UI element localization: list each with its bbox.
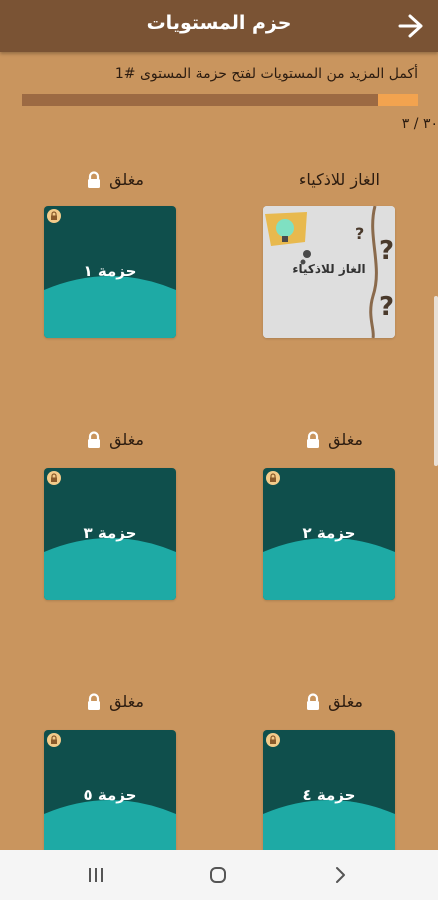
- featured-pack-title: الغاز للاذكياء: [298, 170, 380, 189]
- app-bar: حزم المستويات: [0, 0, 438, 52]
- pack-name: حزمة ٤: [302, 786, 356, 804]
- lock-icon: [88, 430, 101, 448]
- unlock-progress-fill: [378, 94, 418, 106]
- question-mark: ?: [355, 224, 365, 243]
- recents-button[interactable]: [82, 862, 110, 888]
- unlock-progress-message: أكمل المزيد من المستويات لفتح حزمة المست…: [114, 66, 418, 82]
- system-navigation-bar: [0, 850, 438, 900]
- question-mark: ?: [379, 292, 395, 322]
- pack-5-tile[interactable]: حزمة ٥: [44, 730, 176, 862]
- home-button[interactable]: [204, 862, 232, 888]
- chevron-back-icon: [336, 867, 345, 883]
- pack-name: حزمة ٣: [83, 524, 137, 542]
- page-title: حزم المستويات: [146, 12, 292, 34]
- featured-pack-tile-text: الغاز للاذكياء: [292, 262, 366, 276]
- pack-status: مغلق: [328, 430, 363, 449]
- lock-icon: [47, 471, 61, 485]
- lock-icon: [47, 209, 61, 223]
- featured-pack-label: الغاز للاذكياء: [299, 170, 380, 189]
- pack-name: حزمة ٢: [302, 524, 356, 542]
- lock-icon: [307, 692, 320, 710]
- pack-name: حزمة ٥: [83, 786, 137, 804]
- scrollbar[interactable]: [434, 296, 438, 466]
- lock-icon: [266, 471, 280, 485]
- lock-icon: [307, 430, 320, 448]
- pack-3-label: مغلق: [85, 430, 144, 449]
- pack-4-tile[interactable]: حزمة ٤: [263, 730, 395, 862]
- unlock-progress-bar: [22, 94, 418, 106]
- pack-5-label: مغلق: [85, 692, 144, 711]
- pack-1-tile[interactable]: حزمة ١: [44, 206, 176, 338]
- arrow-back-icon: [398, 14, 423, 38]
- lock-icon: [88, 692, 101, 710]
- pack-name: حزمة ١: [83, 262, 137, 280]
- pack-3-tile[interactable]: حزمة ٣: [44, 468, 176, 600]
- pack-status: مغلق: [328, 692, 363, 711]
- home-icon: [210, 867, 226, 883]
- featured-pack-tile[interactable]: ? ? ? الغاز للاذكياء: [263, 206, 395, 338]
- pack-4-label: مغلق: [304, 692, 363, 711]
- pack-status: مغلق: [109, 170, 144, 189]
- back-button[interactable]: [392, 8, 428, 44]
- recents-icon: [89, 868, 103, 882]
- pack-1-label: مغلق: [85, 170, 144, 189]
- pack-2-tile[interactable]: حزمة ٢: [263, 468, 395, 600]
- lock-icon: [266, 733, 280, 747]
- pack-2-label: مغلق: [304, 430, 363, 449]
- lock-icon: [47, 733, 61, 747]
- unlock-progress-count: ٣٠ / ٣: [401, 116, 438, 132]
- pack-status: مغلق: [109, 430, 144, 449]
- nav-back-button[interactable]: [326, 862, 354, 888]
- lock-icon: [88, 170, 101, 188]
- pack-status: مغلق: [109, 692, 144, 711]
